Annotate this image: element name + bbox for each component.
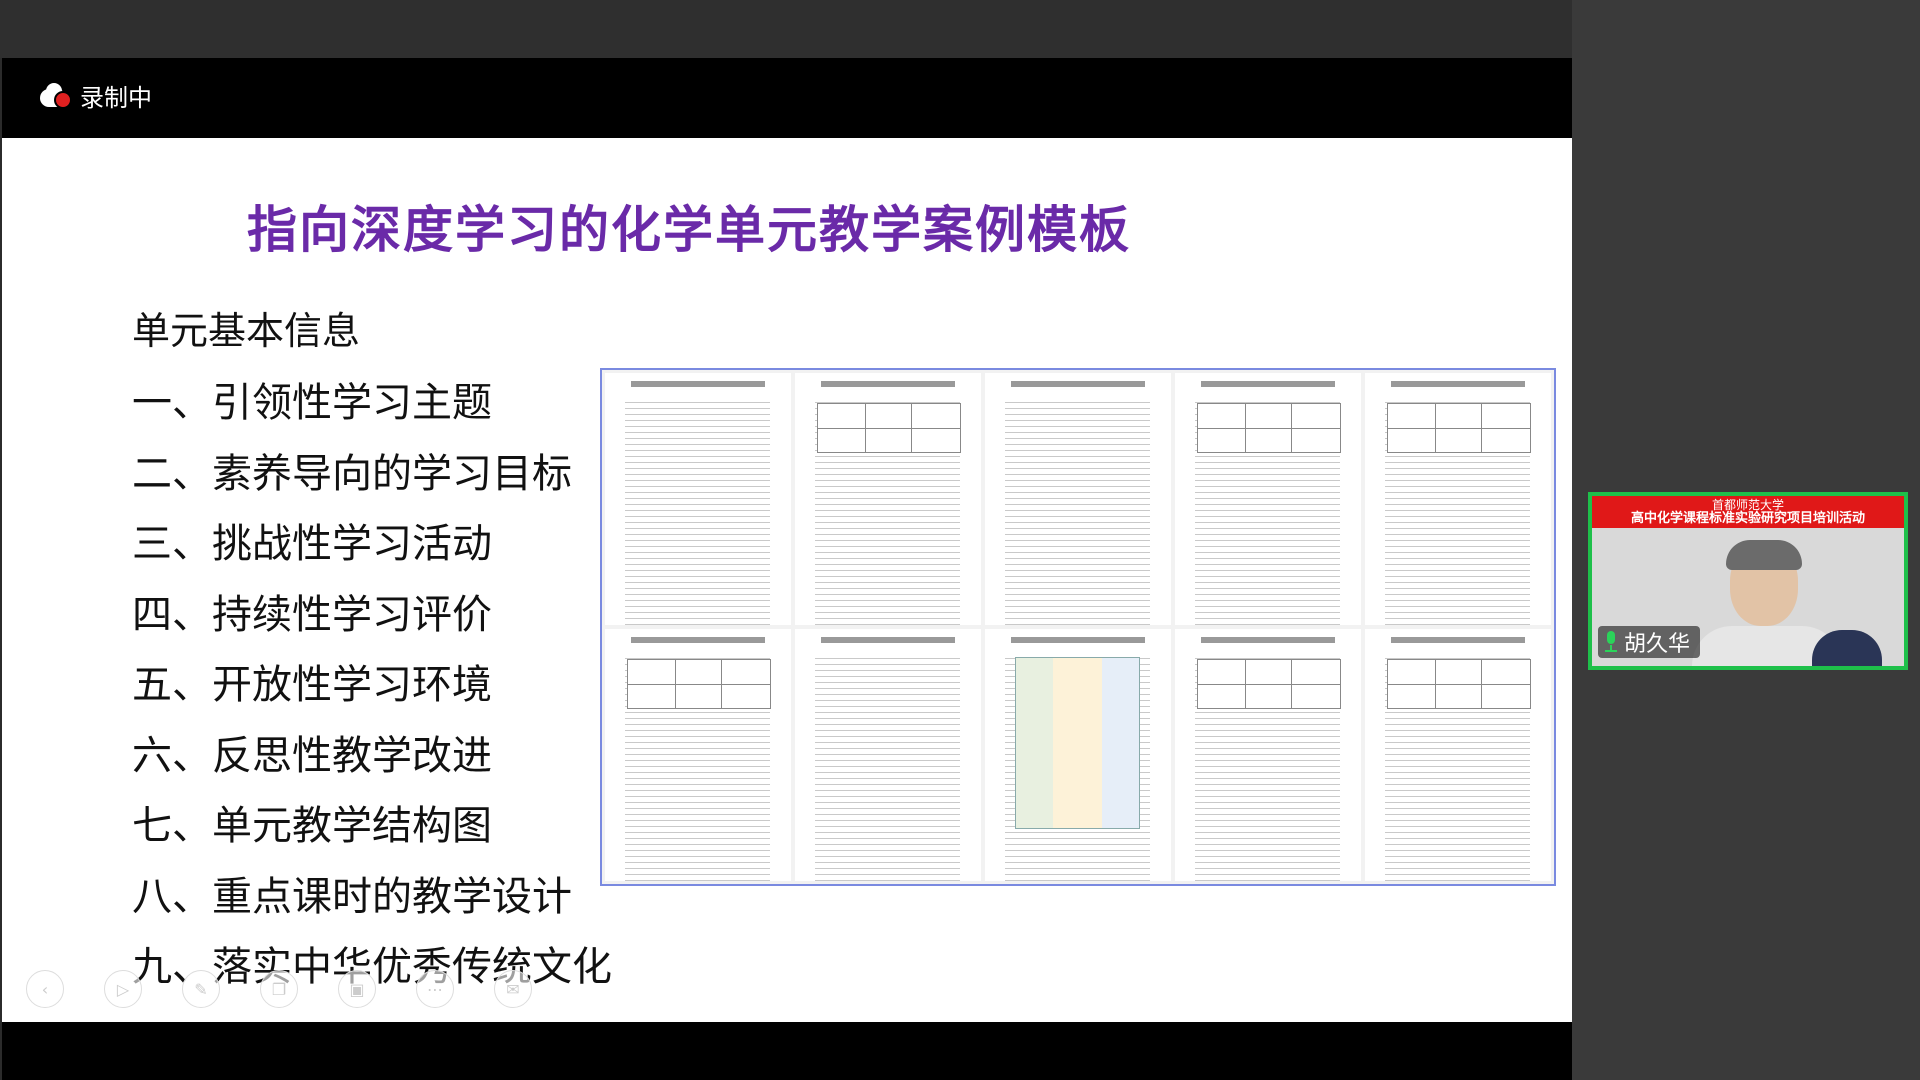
participant-name-tag: 胡久华	[1598, 626, 1701, 658]
slide-controls: ‹ ▷ ✎ ❐ ▣ ⋯ ✉	[26, 970, 532, 1008]
document-page-thumbnail	[985, 629, 1171, 881]
recording-bar: 录制中	[2, 58, 1572, 138]
participant-avatar	[1692, 540, 1882, 666]
recording-label: 录制中	[80, 84, 152, 112]
copy-icon[interactable]: ❐	[260, 970, 298, 1008]
unit-basic-info-heading: 单元基本信息	[132, 309, 361, 353]
document-page-thumbnail	[985, 373, 1171, 625]
outline-item: 一、引领性学习主题	[132, 380, 492, 426]
prev-icon[interactable]: ‹	[26, 970, 64, 1008]
recording-indicator[interactable]: 录制中	[40, 78, 152, 113]
pen-icon[interactable]: ✎	[182, 970, 220, 1008]
outline-item: 七、单元教学结构图	[132, 803, 492, 849]
document-thumbnail-grid	[600, 368, 1556, 886]
participant-video-tile[interactable]: 首都师范大学 高中化学课程标准实验研究项目培训活动 胡久华	[1588, 492, 1908, 670]
outline-item: 六、反思性教学改进	[132, 732, 492, 779]
play-icon[interactable]: ▷	[104, 970, 142, 1008]
document-page-thumbnail	[1365, 629, 1551, 881]
presentation-slide: 指向深度学习的化学单元教学案例模板 单元基本信息 一、引领性学习主题 二、素养导…	[2, 138, 1572, 1022]
document-page-thumbnail	[605, 629, 791, 881]
microphone-icon	[1604, 631, 1618, 653]
cloud-record-icon	[40, 82, 72, 109]
chat-icon[interactable]: ✉	[494, 970, 532, 1008]
outline-item: 八、重点课时的教学设计	[132, 873, 572, 920]
participant-name: 胡久华	[1624, 632, 1691, 657]
outline-item: 三、挑战性学习活动	[132, 521, 492, 567]
banner-line-1: 首都师范大学	[1711, 498, 1784, 512]
outline-list: 一、引领性学习主题 二、素养导向的学习目标 三、挑战性学习活动 四、持续性学习评…	[132, 368, 612, 1003]
top-strip	[0, 0, 1572, 58]
outline-item: 四、持续性学习评价	[132, 591, 492, 638]
banner-line-2: 高中化学课程标准实验研究项目培训活动	[1630, 511, 1865, 526]
video-banner: 首都师范大学 高中化学课程标准实验研究项目培训活动	[1592, 496, 1904, 528]
document-page-thumbnail	[795, 373, 981, 625]
slide-title: 指向深度学习的化学单元教学案例模板	[247, 201, 1131, 259]
document-page-thumbnail	[1365, 373, 1551, 625]
document-page-thumbnail	[1175, 373, 1361, 625]
document-page-thumbnail	[605, 373, 791, 625]
document-page-thumbnail	[795, 629, 981, 881]
more-icon[interactable]: ⋯	[416, 970, 454, 1008]
screen-icon[interactable]: ▣	[338, 970, 376, 1008]
outline-item: 二、素养导向的学习目标	[132, 450, 572, 497]
document-page-thumbnail	[1175, 629, 1361, 881]
outline-item: 五、开放性学习环境	[132, 662, 492, 708]
bottom-bar	[2, 1022, 1572, 1080]
